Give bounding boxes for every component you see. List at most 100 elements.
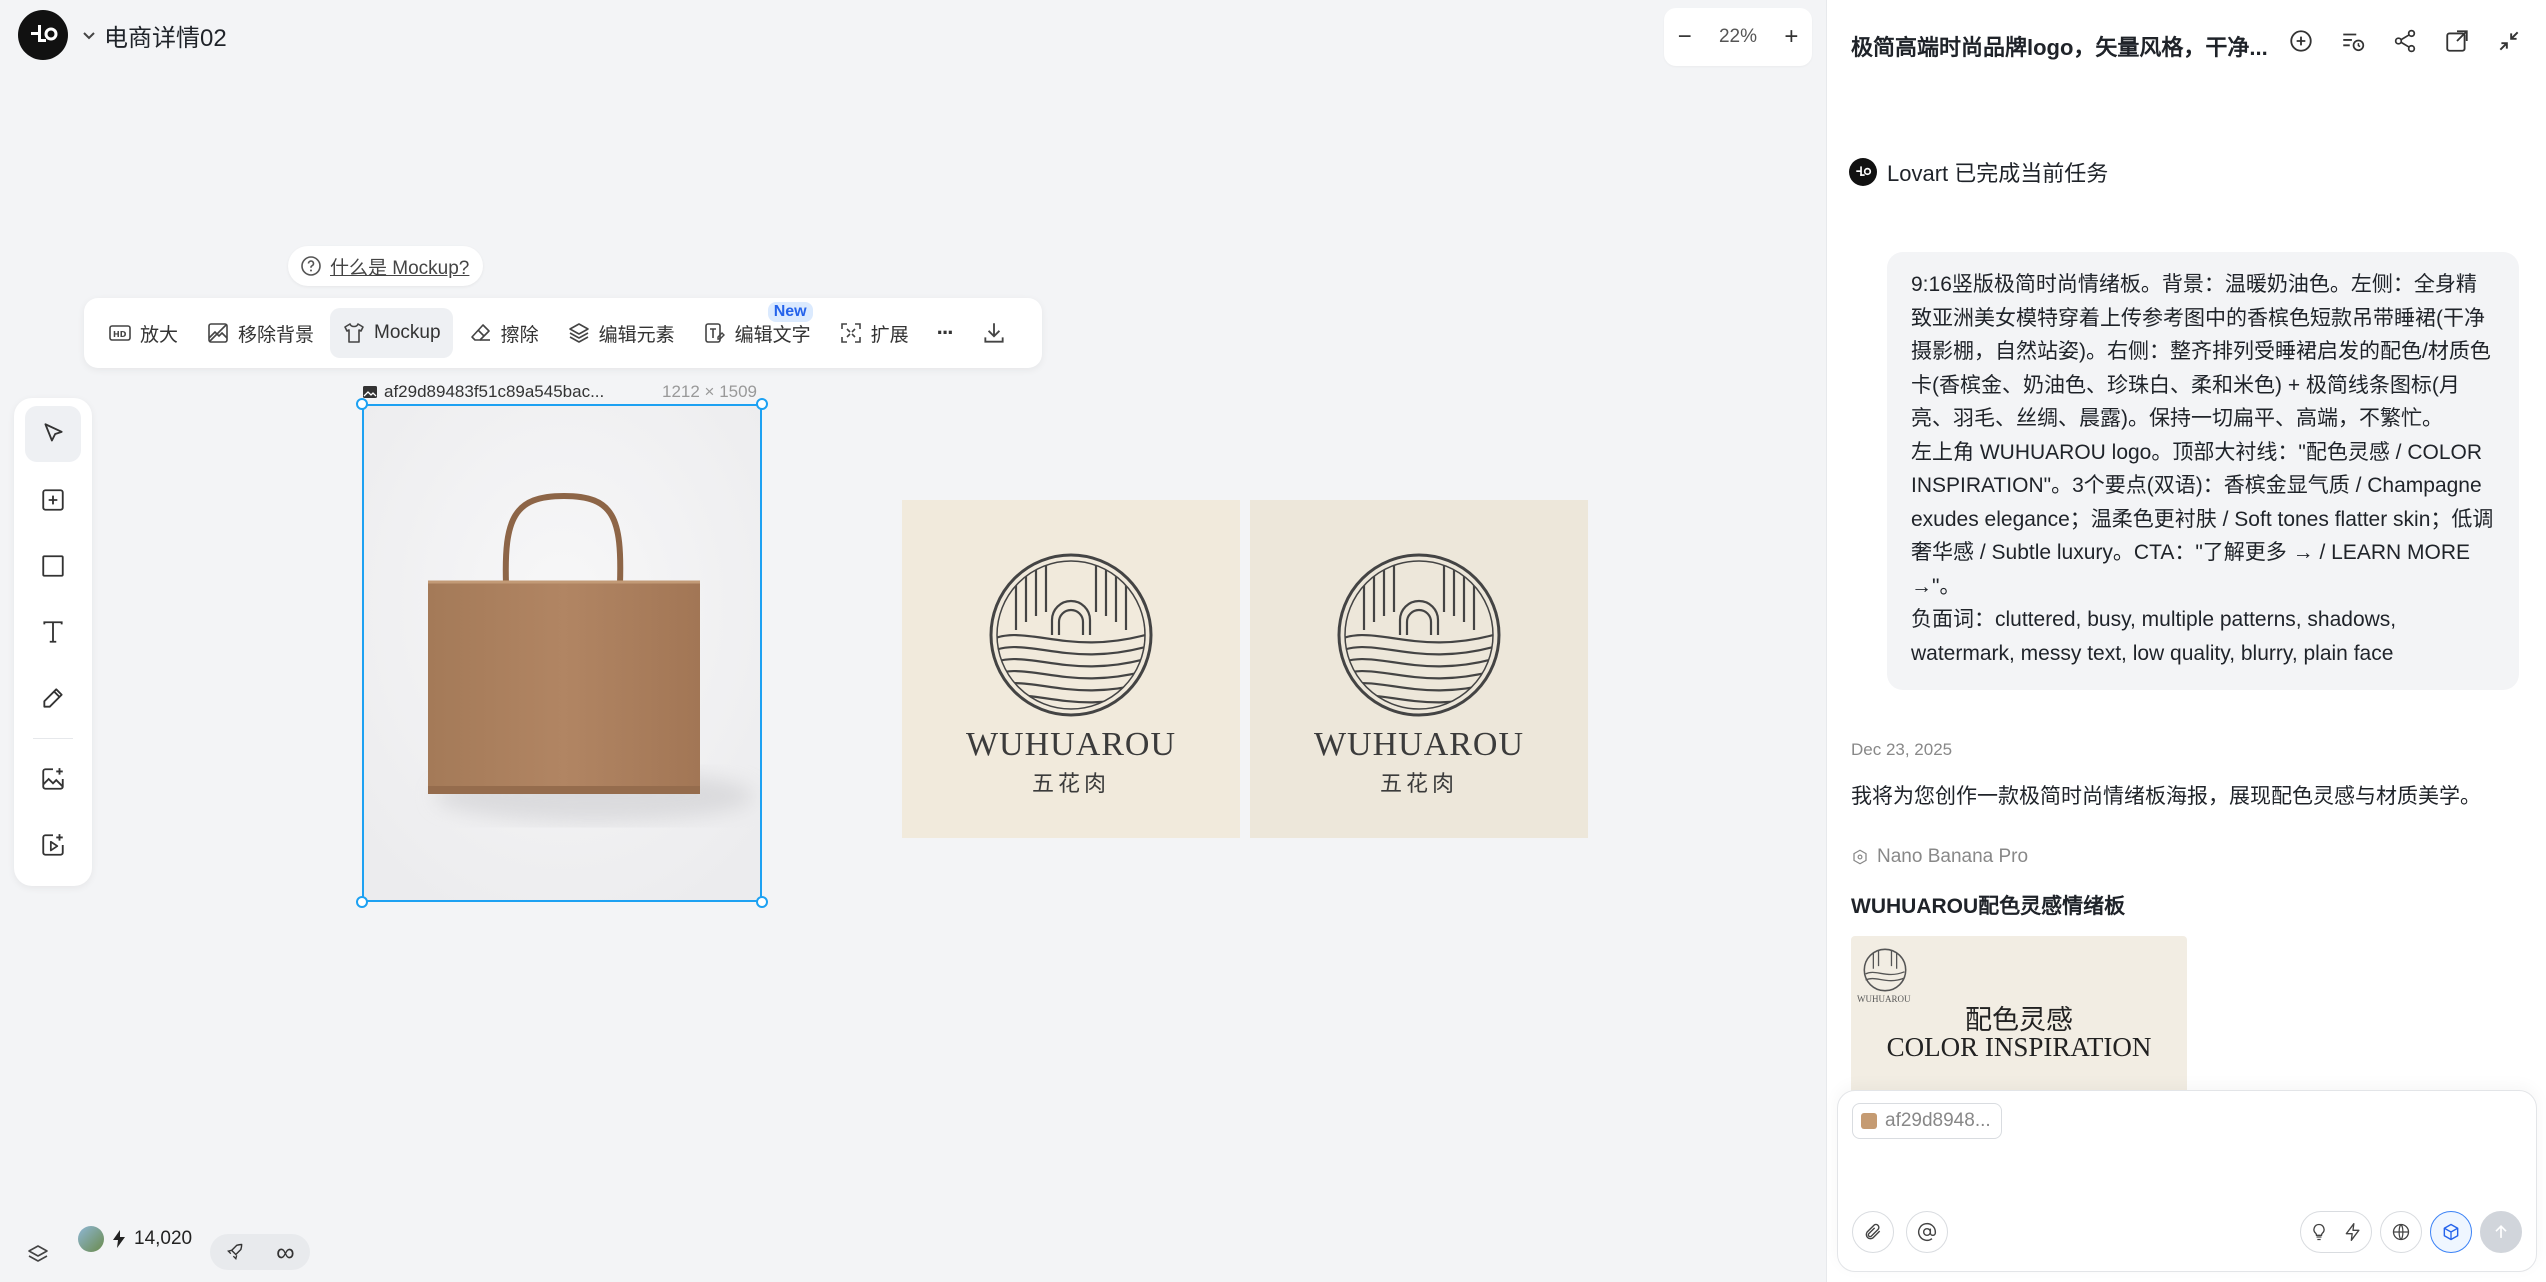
- tools-divider: [33, 738, 73, 739]
- rectangle-icon: [42, 555, 64, 577]
- hd-icon: HD: [109, 325, 131, 341]
- project-title[interactable]: 电商详情02: [104, 18, 227, 53]
- mockup-button[interactable]: Mockup: [330, 308, 453, 358]
- logo-brand-cn-text: 五花肉: [1379, 772, 1458, 797]
- lightning-icon[interactable]: [2343, 1222, 2363, 1242]
- cube-icon: [2443, 1223, 2459, 1241]
- prompt-line: 9:16竖版极简时尚情绪板。背景：温暖奶油色。左侧：全身精致亚洲美女模特穿着上传…: [1911, 273, 2491, 430]
- edit-elements-button[interactable]: 编辑元素: [555, 308, 687, 358]
- more-dots-icon: ···: [936, 320, 955, 345]
- chat-title[interactable]: 极简高端时尚品牌logo，矢量风格，干净...: [1851, 30, 2268, 62]
- thumb-title-en: COLOR INSPIRATION: [1886, 1032, 2152, 1062]
- model-select-button[interactable]: [2430, 1211, 2472, 1253]
- upscale-button[interactable]: HD 放大: [96, 308, 190, 358]
- attach-button[interactable]: [1852, 1211, 1894, 1253]
- expand-button[interactable]: 扩展: [827, 308, 921, 358]
- question-circle-icon: [301, 256, 321, 276]
- send-button[interactable]: [2480, 1211, 2522, 1253]
- add-frame-tool[interactable]: [25, 472, 81, 528]
- wave-circle-logo-icon: [1337, 553, 1501, 717]
- kraft-paper-bag-image: [364, 406, 760, 900]
- selected-image-frame[interactable]: [356, 398, 768, 908]
- video-generate-tool[interactable]: [25, 817, 81, 873]
- lovart-mini-logo: [1849, 158, 1877, 186]
- task-status-text: Lovart 已完成当前任务: [1887, 161, 2109, 186]
- text-tool[interactable]: [25, 604, 81, 660]
- logo-image-card[interactable]: WUHUAROU 五花肉: [902, 500, 1240, 838]
- credits-count: 14,020: [134, 1228, 193, 1249]
- user-prompt-bubble: 9:16竖版极简时尚情绪板。背景：温暖奶油色。左侧：全身精致亚洲美女模特穿着上传…: [1887, 252, 2519, 690]
- expand-icon: [840, 323, 861, 343]
- chat-header-actions: [2288, 28, 2522, 54]
- infinity-icon[interactable]: ∞: [276, 1237, 295, 1268]
- mention-button[interactable]: [1906, 1211, 1948, 1253]
- model-name: Nano Banana Pro: [1877, 846, 2029, 867]
- zoom-level[interactable]: 22%: [1719, 26, 1757, 48]
- edit-text-button[interactable]: 编辑文字 New: [691, 302, 823, 358]
- erase-button[interactable]: 擦除: [457, 308, 551, 358]
- zoom-control: − 22% +: [1664, 8, 1812, 66]
- lightning-icon: [113, 1230, 125, 1248]
- prompt-line: 负面词：cluttered, busy, multiple patterns, …: [1911, 608, 2397, 665]
- new-badge: New: [767, 302, 813, 322]
- credits-display[interactable]: 14,020: [78, 1226, 192, 1252]
- video-plus-icon: [42, 834, 64, 856]
- new-chat-icon[interactable]: [2288, 28, 2314, 54]
- lightbulb-icon[interactable]: [2309, 1222, 2329, 1242]
- web-search-button[interactable]: [2380, 1211, 2422, 1253]
- selected-image-name: af29d89483f51c89a545bac...: [362, 382, 604, 402]
- zoom-in-button[interactable]: +: [1784, 23, 1798, 51]
- result-title: WUHUAROU配色灵感情绪板: [1851, 895, 2126, 918]
- pencil-icon: [43, 688, 63, 708]
- input-left-actions: [1852, 1211, 1948, 1253]
- rocket-icon[interactable]: [225, 1242, 245, 1262]
- rectangle-tool[interactable]: [25, 538, 81, 594]
- chevron-down-icon[interactable]: [78, 24, 100, 46]
- model-cube-icon: [1853, 849, 1867, 865]
- zoom-out-button[interactable]: −: [1678, 23, 1692, 51]
- image-plus-icon: [42, 768, 64, 790]
- layers-icon[interactable]: [26, 1242, 50, 1266]
- image-toolbar: HD 放大 移除背景 Mockup 擦除 编辑元素 编辑文字 New 扩展 ··…: [84, 298, 1042, 368]
- remove-bg-icon: [208, 323, 228, 343]
- attached-image-chip[interactable]: af29d8948...: [1852, 1103, 2002, 1139]
- task-status: Lovart 已完成当前任务: [1849, 156, 2108, 188]
- cursor-icon: [44, 423, 63, 442]
- logo-image-card[interactable]: WUHUAROU 五花肉: [1250, 500, 1588, 838]
- mode-pill: ∞: [210, 1234, 310, 1270]
- download-button[interactable]: [969, 308, 1019, 358]
- layers-edit-icon: [568, 323, 589, 343]
- resize-handle-top-right[interactable]: [756, 398, 768, 410]
- image-generate-tool[interactable]: [25, 751, 81, 807]
- input-right-actions: [2300, 1211, 2522, 1253]
- logo-brand-text: WUHUAROU: [1313, 726, 1525, 763]
- open-external-icon[interactable]: [2444, 28, 2470, 54]
- wave-circle-logo-icon: [989, 553, 1153, 717]
- select-tool[interactable]: [25, 406, 81, 462]
- arrow-up-icon: [2495, 1224, 2507, 1238]
- chat-input-box[interactable]: af29d8948...: [1837, 1090, 2537, 1272]
- paperclip-icon: [1865, 1223, 1881, 1240]
- pen-tool[interactable]: [25, 670, 81, 726]
- resize-handle-bottom-right[interactable]: [756, 896, 768, 908]
- user-avatar[interactable]: [78, 1226, 104, 1252]
- mode-toggle-group: [2300, 1211, 2372, 1253]
- app-logo-menu[interactable]: [18, 10, 100, 60]
- remove-background-button[interactable]: 移除背景: [194, 308, 326, 358]
- resize-handle-bottom-left[interactable]: [356, 896, 368, 908]
- history-icon[interactable]: [2340, 28, 2366, 54]
- mockup-help-link[interactable]: 什么是 Mockup?: [288, 246, 484, 286]
- chat-header: 极简高端时尚品牌logo，矢量风格，干净...: [1827, 0, 2546, 88]
- result-thumbnail[interactable]: WUHUAROU 配色灵感 COLOR INSPIRATION: [1851, 936, 2187, 1096]
- resize-handle-top-left[interactable]: [356, 398, 368, 410]
- collapse-icon[interactable]: [2496, 28, 2522, 54]
- canvas-tools: [14, 398, 92, 886]
- more-options-button[interactable]: ···: [925, 308, 965, 358]
- svg-text:HD: HD: [113, 330, 127, 339]
- logo-brand-text: WUHUAROU: [965, 726, 1177, 763]
- share-icon[interactable]: [2392, 28, 2418, 54]
- text-edit-icon: [704, 323, 725, 343]
- at-sign-icon: [1917, 1223, 1937, 1242]
- image-thumb-icon: [1861, 1113, 1877, 1129]
- eraser-icon: [470, 324, 490, 341]
